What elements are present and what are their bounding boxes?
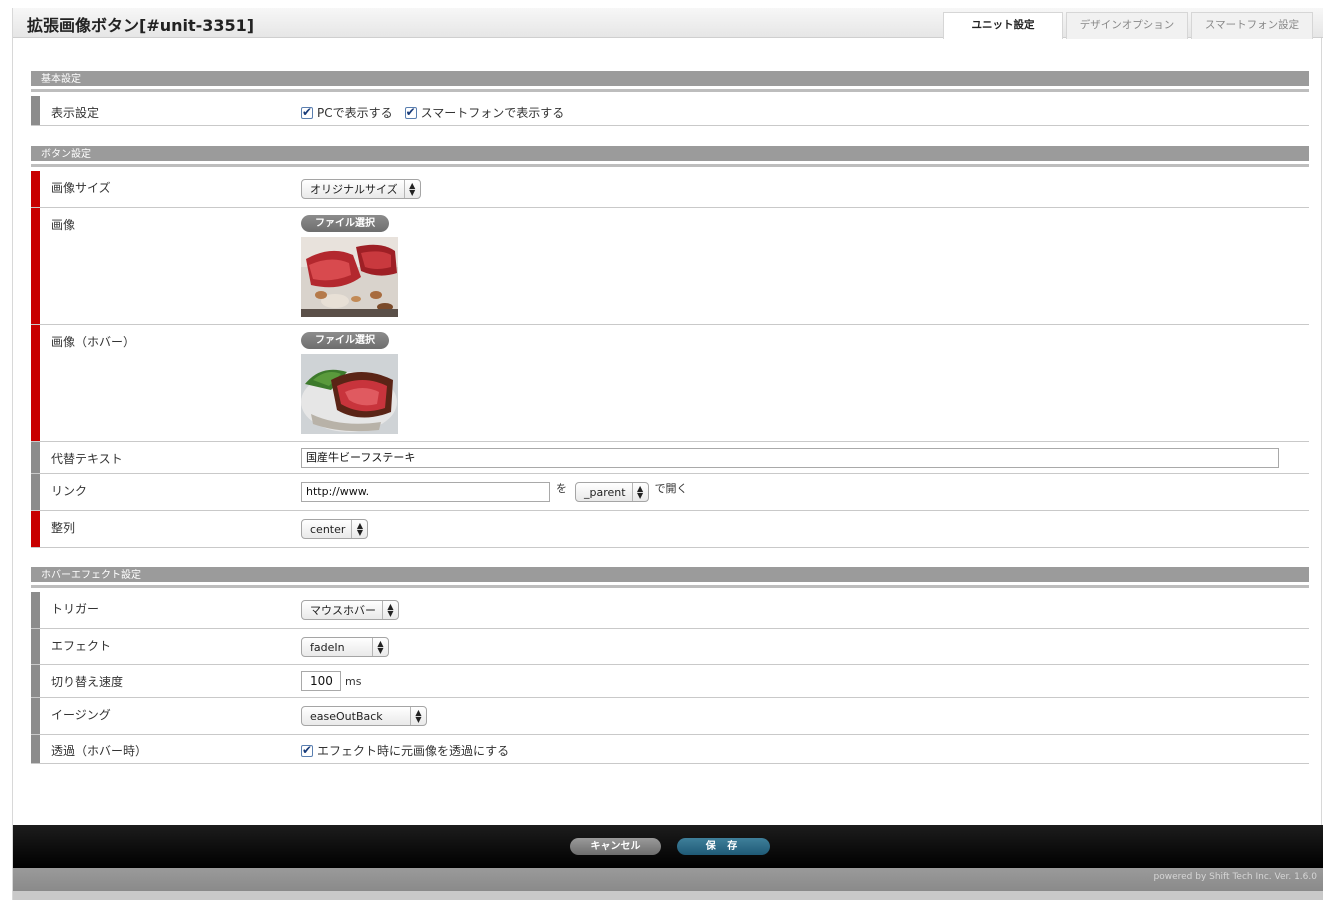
- section-button-settings: ボタン設定: [31, 146, 1309, 164]
- link-url-input[interactable]: http://www.: [301, 482, 550, 502]
- row-label: トリガー: [51, 602, 100, 616]
- checkbox-checked-icon: [404, 105, 417, 119]
- transparency-field: エフェクト時に元画像を透過にする: [301, 742, 521, 759]
- checkbox-checked-icon: [301, 743, 313, 757]
- row-easing: イージング easeOutBack ▲ ▼: [31, 698, 1309, 735]
- link-open-label: で開く: [654, 482, 688, 495]
- speed-field: 100 ms: [301, 671, 361, 691]
- row-label: 画像（ホバー）: [51, 335, 136, 349]
- required-marker: [31, 171, 40, 207]
- row-image: 画像 ファイル選択: [31, 208, 1309, 325]
- pc-display-label: PCで表示する: [317, 106, 393, 120]
- select-arrows-icon: ▲ ▼: [410, 707, 426, 725]
- align-field: center ▲ ▼: [301, 519, 369, 539]
- checkbox-checked-icon: [301, 105, 313, 119]
- optional-marker: [31, 592, 40, 628]
- required-marker: [31, 325, 40, 441]
- bottom-edge: [13, 891, 1323, 900]
- optional-marker: [31, 442, 40, 473]
- image-size-field: オリジナルサイズ ▲ ▼: [301, 179, 421, 199]
- title-bar: 拡張画像ボタン[#unit-3351] ユニット設定 デザインオプション スマー…: [13, 8, 1323, 39]
- row-label: 代替テキスト: [51, 452, 123, 466]
- image-file-select-button[interactable]: ファイル選択: [301, 215, 389, 232]
- alt-text-input[interactable]: 国産牛ビーフステーキ: [301, 448, 1279, 468]
- select-arrows-icon: ▲ ▼: [351, 520, 367, 538]
- footer-action-bar: キャンセル 保 存: [13, 825, 1323, 868]
- bottom-status-strip: powered by Shift Tech Inc. Ver. 1.6.0: [13, 868, 1323, 891]
- optional-marker: [31, 96, 40, 125]
- image-size-select[interactable]: オリジナルサイズ ▲ ▼: [301, 179, 421, 199]
- alt-text-field: 国産牛ビーフステーキ: [301, 448, 1279, 468]
- row-label: イージング: [51, 708, 111, 722]
- page-title: 拡張画像ボタン[#unit-3351]: [27, 16, 255, 35]
- smartphone-display-checkbox[interactable]: スマートフォンで表示する: [404, 104, 565, 121]
- row-label: エフェクト: [51, 639, 112, 653]
- row-transparency: 透過（ホバー時） エフェクト時に元画像を透過にする: [31, 735, 1309, 764]
- image-hover-file-select-button[interactable]: ファイル選択: [301, 332, 389, 349]
- select-arrows-icon: ▲ ▼: [382, 601, 398, 619]
- row-image-size: 画像サイズ オリジナルサイズ ▲ ▼: [31, 171, 1309, 208]
- tab-design-options[interactable]: デザインオプション: [1066, 12, 1188, 39]
- tab-bar: ユニット設定 デザインオプション スマートフォン設定: [940, 12, 1313, 39]
- row-link: リンク http://www. を _parent ▲ ▼ で開く: [31, 474, 1309, 511]
- smartphone-display-label: スマートフォンで表示する: [420, 106, 565, 120]
- row-speed: 切り替え速度 100 ms: [31, 665, 1309, 698]
- select-arrows-icon: ▲ ▼: [403, 180, 420, 198]
- effect-field: fadeIn ▲ ▼: [301, 637, 389, 657]
- optional-marker: [31, 629, 40, 664]
- optional-marker: [31, 665, 40, 697]
- row-label: リンク: [51, 484, 88, 498]
- optional-marker: [31, 735, 40, 763]
- select-arrows-icon: ▲ ▼: [631, 483, 648, 501]
- image-field: ファイル選択: [301, 215, 398, 317]
- row-trigger: トリガー マウスホバー ▲ ▼: [31, 592, 1309, 629]
- easing-field: easeOutBack ▲ ▼: [301, 706, 427, 726]
- roast-beef-photo-thumbnail: [301, 354, 398, 434]
- section-hover-effect-settings: ホバーエフェクト設定: [31, 567, 1309, 585]
- trigger-field: マウスホバー ▲ ▼: [301, 600, 399, 620]
- effect-select[interactable]: fadeIn ▲ ▼: [301, 637, 389, 657]
- easing-select[interactable]: easeOutBack ▲ ▼: [301, 706, 427, 726]
- transparency-checkbox-label: エフェクト時に元画像を透過にする: [317, 744, 510, 758]
- row-display-settings: 表示設定 PCで表示する スマートフォンで表示する: [31, 96, 1309, 126]
- row-label: 画像サイズ: [51, 181, 111, 195]
- row-effect: エフェクト fadeIn ▲ ▼: [31, 629, 1309, 665]
- row-label: 画像: [51, 218, 76, 232]
- link-target-select[interactable]: _parent ▲ ▼: [575, 482, 649, 502]
- required-marker: [31, 511, 40, 547]
- row-label: 整列: [51, 521, 76, 535]
- powered-by-text: powered by Shift Tech Inc. Ver. 1.6.0: [1153, 872, 1318, 882]
- optional-marker: [31, 698, 40, 734]
- required-marker: [31, 208, 40, 324]
- dialog-window: 拡張画像ボタン[#unit-3351] ユニット設定 デザインオプション スマー…: [12, 8, 1323, 900]
- row-label: 透過（ホバー時）: [51, 744, 148, 758]
- align-select[interactable]: center ▲ ▼: [301, 519, 369, 539]
- row-label: 切り替え速度: [51, 675, 124, 689]
- cancel-button[interactable]: キャンセル: [570, 838, 661, 855]
- transparency-checkbox[interactable]: エフェクト時に元画像を透過にする: [301, 742, 509, 759]
- link-field: http://www. を _parent ▲ ▼ で開く: [301, 480, 688, 502]
- row-align: 整列 center ▲ ▼: [31, 511, 1309, 548]
- row-alt-text: 代替テキスト 国産牛ビーフステーキ: [31, 442, 1309, 474]
- optional-marker: [31, 474, 40, 510]
- steak-photo-thumbnail: [301, 237, 398, 317]
- tab-smartphone-settings[interactable]: スマートフォン設定: [1191, 12, 1313, 39]
- section-basic-settings: 基本設定: [31, 71, 1309, 89]
- image-hover-field: ファイル選択: [301, 332, 398, 434]
- save-button[interactable]: 保 存: [677, 838, 770, 855]
- speed-unit-label: ms: [345, 674, 362, 688]
- display-options: PCで表示する スマートフォンで表示する: [301, 104, 576, 121]
- speed-input[interactable]: 100: [301, 671, 341, 691]
- row-image-hover: 画像（ホバー） ファイル選択: [31, 325, 1309, 442]
- pc-display-checkbox[interactable]: PCで表示する: [301, 104, 393, 121]
- trigger-select[interactable]: マウスホバー ▲ ▼: [301, 600, 399, 620]
- tab-unit-settings[interactable]: ユニット設定: [943, 12, 1063, 39]
- link-wo-label: を: [556, 482, 567, 495]
- select-arrows-icon: ▲ ▼: [372, 638, 388, 656]
- row-label: 表示設定: [51, 106, 100, 120]
